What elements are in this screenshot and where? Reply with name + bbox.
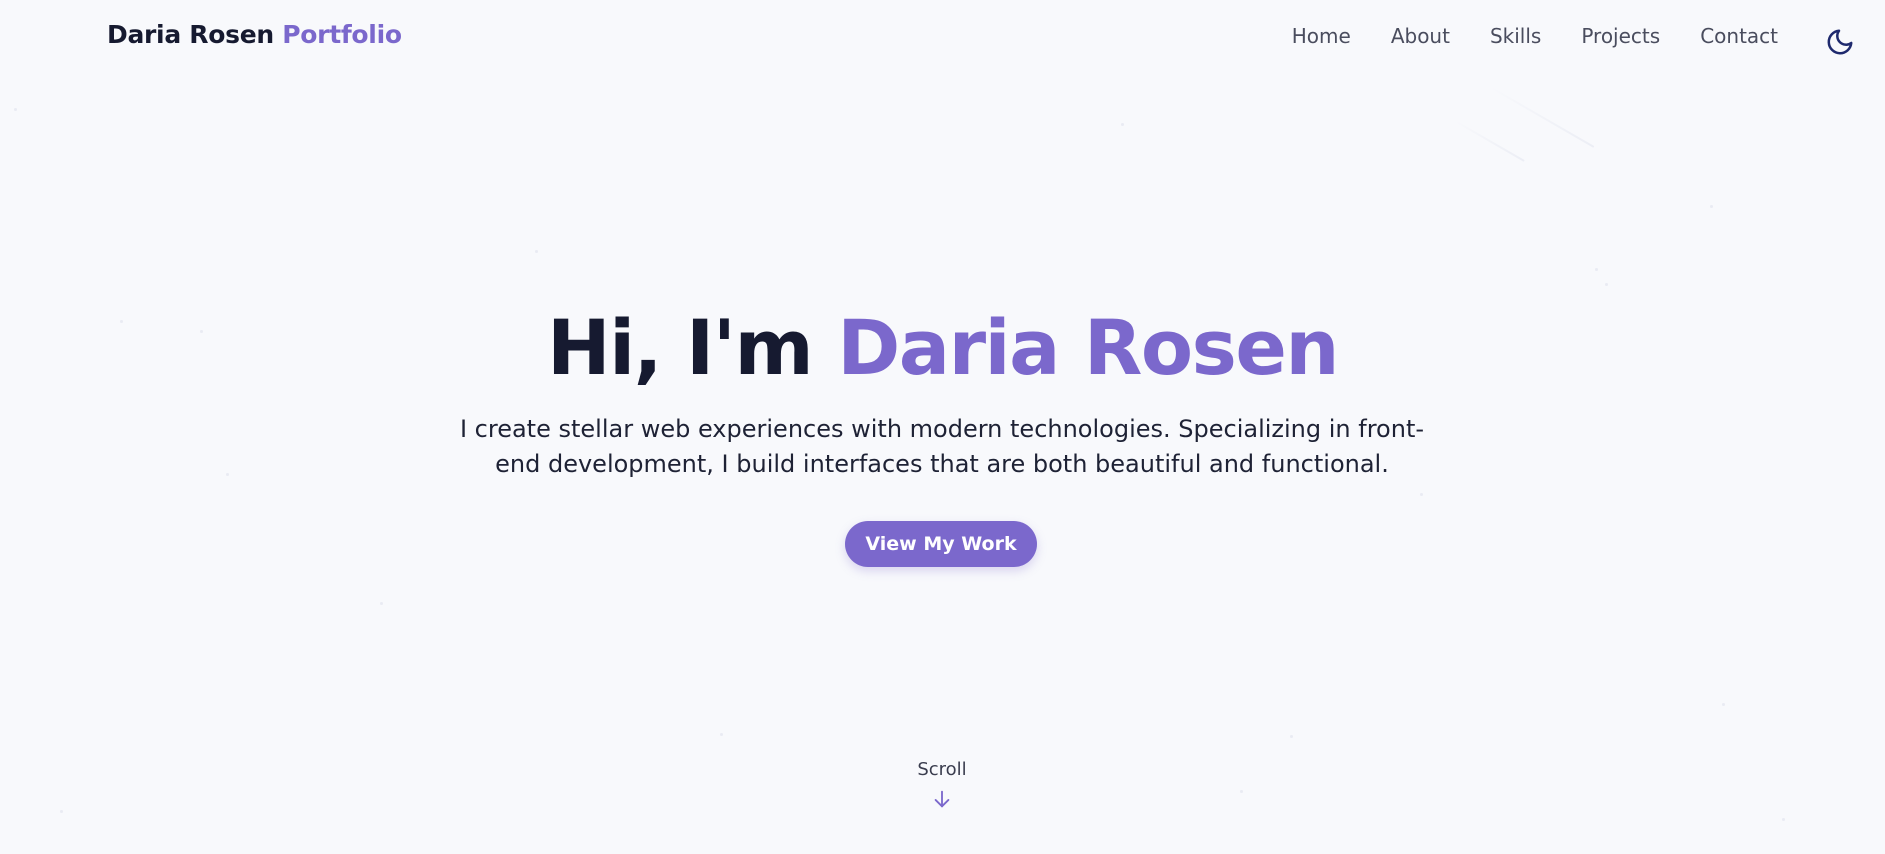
arrow-down-icon	[934, 790, 950, 808]
star-decoration	[1722, 703, 1725, 706]
star-decoration	[1240, 790, 1243, 793]
star-decoration	[1782, 818, 1785, 821]
theme-toggle-button[interactable]	[1825, 27, 1855, 57]
star-decoration	[380, 602, 383, 605]
nav-menu: Home About Skills Projects Contact	[1292, 24, 1778, 48]
brand-accent: Portfolio	[282, 20, 402, 49]
star-decoration	[1121, 123, 1124, 126]
scroll-indicator[interactable]: Scroll	[892, 759, 992, 810]
nav-item-skills[interactable]: Skills	[1490, 24, 1541, 48]
shooting-star-decoration	[1489, 86, 1595, 148]
star-decoration	[14, 108, 17, 111]
hero-name: Daria Rosen	[837, 303, 1339, 392]
star-decoration	[60, 810, 63, 813]
star-decoration	[1290, 735, 1293, 738]
star-decoration	[535, 250, 538, 253]
brand-logo[interactable]: Daria Rosen Portfolio	[107, 20, 402, 49]
nav-item-contact[interactable]: Contact	[1700, 24, 1778, 48]
page: Daria Rosen Portfolio Home About Skills …	[0, 0, 1885, 854]
star-decoration	[1710, 205, 1713, 208]
nav-item-about[interactable]: About	[1391, 24, 1450, 48]
navbar: Daria Rosen Portfolio Home About Skills …	[0, 0, 1885, 76]
star-decoration	[1420, 493, 1423, 496]
moon-icon	[1827, 29, 1853, 55]
star-decoration	[1605, 283, 1608, 286]
hero-greeting: Hi, I'm	[547, 303, 814, 392]
brand-name: Daria Rosen	[107, 20, 274, 49]
star-decoration	[720, 733, 723, 736]
hero-subtitle: I create stellar web experiences with mo…	[459, 415, 1425, 478]
shooting-star-decoration	[1454, 120, 1525, 162]
nav-item-home[interactable]: Home	[1292, 24, 1351, 48]
star-decoration	[1595, 268, 1598, 271]
view-my-work-button[interactable]: View My Work	[845, 521, 1037, 567]
nav-item-projects[interactable]: Projects	[1581, 24, 1660, 48]
star-decoration	[226, 473, 229, 476]
scroll-label: Scroll	[917, 759, 967, 780]
hero-title: Hi, I'm Daria Rosen	[0, 303, 1885, 393]
